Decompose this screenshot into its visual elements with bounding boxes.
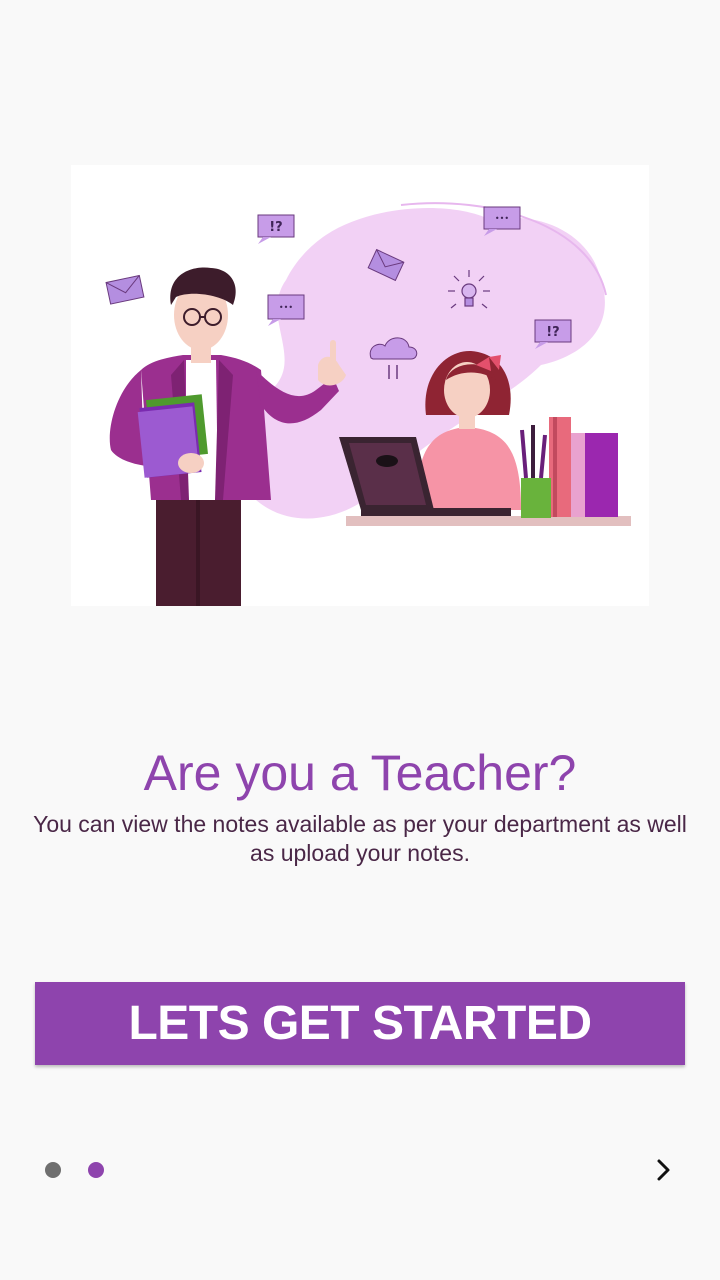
page-dot-1[interactable] [45, 1162, 61, 1178]
page-indicator [45, 1162, 104, 1178]
envelope-icon-left [105, 274, 145, 305]
onboarding-title: Are you a Teacher? [143, 745, 577, 801]
svg-text:!?: !? [269, 220, 282, 235]
page-dot-2[interactable] [88, 1162, 104, 1178]
svg-text:•••: ••• [495, 214, 509, 223]
lets-get-started-button[interactable]: LETS GET STARTED [35, 982, 685, 1065]
pencil-cup [521, 478, 551, 518]
onboarding-description: You can view the notes available as per … [33, 811, 687, 866]
teacher-illustration: !? ••• ••• !? [71, 165, 649, 606]
desk [346, 516, 631, 526]
chevron-right-icon [657, 1159, 670, 1181]
next-button[interactable] [644, 1150, 684, 1190]
svg-text:•••: ••• [279, 303, 293, 312]
speech-bubble-question-left: !? [257, 214, 295, 244]
svg-text:!?: !? [546, 325, 559, 340]
book-red [549, 417, 571, 517]
